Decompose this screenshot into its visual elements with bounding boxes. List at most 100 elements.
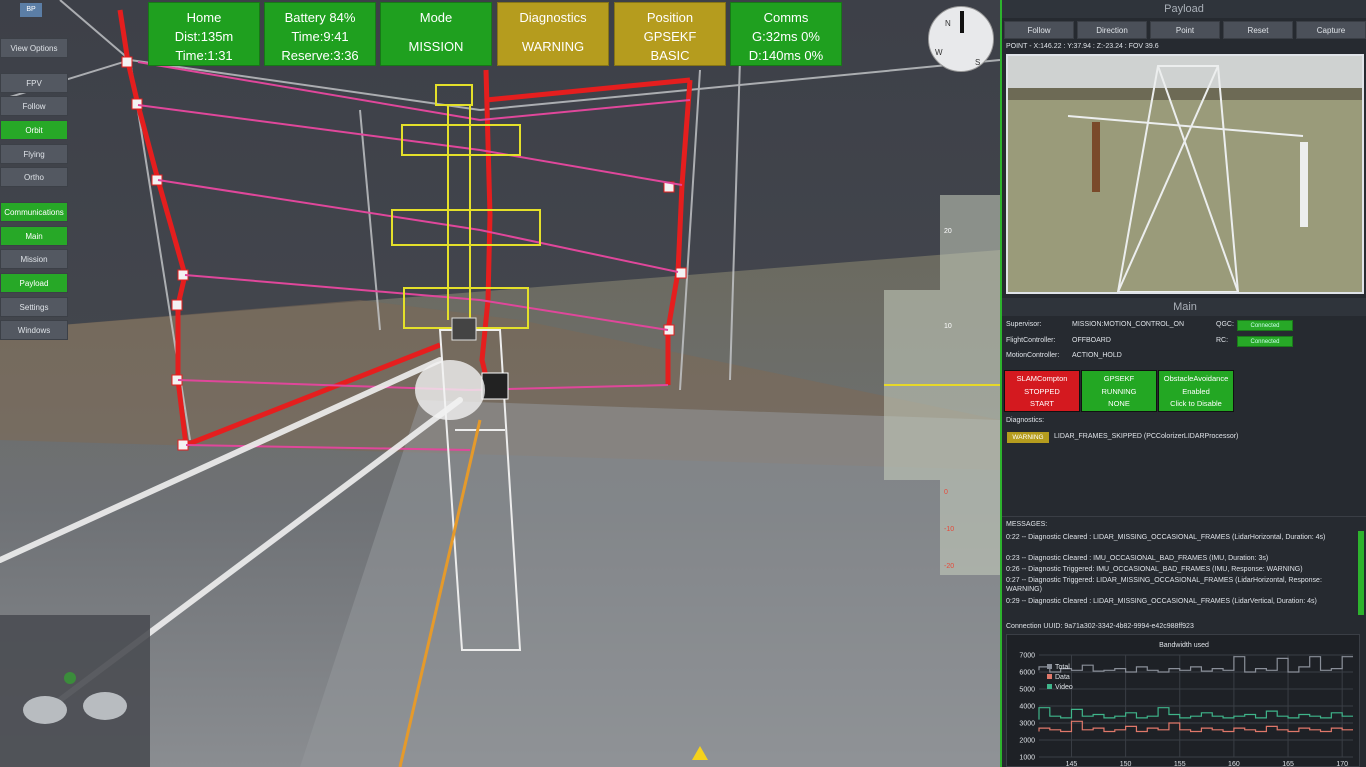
scene-canvas[interactable] [0, 0, 1000, 767]
right-panel: Payload Follow Direction Point Reset Cap… [1000, 0, 1366, 767]
camera-image [1008, 56, 1362, 292]
qgc-status: Connected [1237, 320, 1293, 331]
diagnostics-text: LIDAR_FRAMES_SKIPPED (PCColorizerLIDARPr… [1054, 433, 1239, 440]
diagnostics-label: Diagnostics: [1006, 417, 1045, 424]
menu-windows[interactable]: Windows [0, 320, 68, 340]
payload-direction-button[interactable]: Direction [1077, 21, 1147, 39]
compass-needle [960, 11, 964, 33]
tile-line3: D:140ms 0% [748, 48, 824, 63]
menu-payload[interactable]: Payload [0, 273, 68, 293]
y-tick-label: 7000 [1019, 653, 1035, 660]
tile-title: Mode [419, 10, 453, 25]
legend-swatch [1047, 664, 1052, 669]
menu-ortho[interactable]: Ortho [0, 167, 68, 187]
menu-fpv[interactable]: FPV [0, 73, 68, 93]
supervisor-label: Supervisor: [1006, 321, 1042, 328]
menu-communications[interactable]: Communications [0, 202, 68, 222]
main-title: Main [1002, 298, 1366, 316]
series-line-video [1038, 707, 1353, 720]
y-tick-label: 5000 [1019, 687, 1035, 694]
connection-uuid: Connection UUID: 9a71a302-3342-4b82-9994… [1006, 623, 1194, 630]
payload-camera-feed[interactable] [1006, 54, 1364, 294]
tile-title: Diagnostics [519, 10, 587, 25]
legend-label: Data [1055, 674, 1070, 681]
compass-north: N [945, 19, 951, 28]
compass-widget[interactable]: N W S [928, 6, 994, 72]
flight-controller-label: FlightController: [1006, 337, 1056, 344]
x-tick-label: 150 [1120, 761, 1132, 767]
tile-line3: Reserve:3:36 [281, 48, 359, 63]
messages-label: MESSAGES: [1006, 521, 1048, 528]
3d-viewport[interactable]: 20 10 0 -10 -20 N W S [0, 0, 1000, 767]
menu-follow[interactable]: Follow [0, 96, 68, 116]
payload-reset-button[interactable]: Reset [1223, 21, 1293, 39]
messages-scrollbar[interactable] [1358, 531, 1364, 615]
menu-flying[interactable]: Flying [0, 144, 68, 164]
module-gpsekf[interactable]: GPSEKF RUNNING NONE [1081, 370, 1157, 412]
chart-title: Bandwidth used [1159, 642, 1209, 649]
altitude-tick: 10 [944, 323, 952, 330]
motion-controller-value: ACTION_HOLD [1072, 352, 1122, 359]
tile-title: Position [646, 10, 694, 25]
status-tile-diagnostics[interactable]: Diagnostics WARNING [497, 2, 609, 66]
x-tick-label: 155 [1174, 761, 1186, 767]
menu-main[interactable]: Main [0, 226, 68, 246]
message-item: 0:26 -- Diagnostic Triggered: IMU_OCCASI… [1006, 566, 1303, 573]
y-tick-label: 1000 [1019, 755, 1035, 762]
tile-line3: BASIC [650, 48, 690, 63]
supervisor-value: MISSION:MOTION_CONTROL_ON [1072, 321, 1185, 328]
altitude-tick: 0 [944, 489, 948, 496]
y-tick-label: 3000 [1019, 721, 1035, 728]
tile-title: Comms [763, 10, 809, 25]
status-tile-home[interactable]: Home Dist:135m Time:1:31 [148, 2, 260, 66]
tile-line2: GPSEKF [643, 29, 697, 44]
status-tile-battery[interactable]: Battery 84% Time:9:41 Reserve:3:36 [264, 2, 376, 66]
status-tile-position[interactable]: Position GPSEKF BASIC [614, 2, 726, 66]
status-tile-comms[interactable]: Comms G:32ms 0% D:140ms 0% [730, 2, 842, 66]
tile-line3: WARNING [521, 39, 585, 54]
module-name: GPSEKF [1103, 374, 1135, 383]
legend-swatch [1047, 684, 1052, 689]
module-obstacle-avoidance[interactable]: ObstacleAvoidance Enabled Click to Disab… [1158, 370, 1234, 412]
x-tick-label: 160 [1228, 761, 1240, 767]
messages-panel: MESSAGES: 0:22 -- Diagnostic Cleared : L… [1002, 516, 1366, 616]
module-action: START [1030, 399, 1054, 408]
legend-label: Total [1055, 664, 1070, 671]
menu-mission[interactable]: Mission [0, 249, 68, 269]
motion-controller-label: MotionController: [1006, 352, 1060, 359]
module-state: RUNNING [1101, 386, 1137, 396]
module-slamcompton[interactable]: SLAMCompton STOPPED START [1004, 370, 1080, 412]
status-tile-mode[interactable]: Mode MISSION [380, 2, 492, 66]
bandwidth-chart-svg: Bandwidth used 1000 2000 3000 4000 5000 6000 70… [1019, 642, 1353, 767]
rc-label: RC: [1216, 337, 1229, 344]
module-action: NONE [1108, 399, 1130, 408]
menu-view-options[interactable]: View Options [0, 38, 68, 58]
x-tick-label: 170 [1336, 761, 1348, 767]
altitude-tick: -10 [944, 526, 955, 533]
tile-line2: Time:9:41 [291, 29, 349, 44]
module-name: ObstacleAvoidance [1163, 374, 1229, 383]
payload-point-button[interactable]: Point [1150, 21, 1220, 39]
rc-status: Connected [1237, 336, 1293, 347]
x-tick-label: 145 [1066, 761, 1078, 767]
module-state: Enabled [1182, 386, 1210, 396]
flight-controller-value: OFFBOARD [1072, 337, 1111, 344]
legend-swatch [1047, 674, 1052, 679]
qgc-label: QGC: [1216, 321, 1234, 328]
altitude-tick: 20 [944, 228, 952, 235]
message-item: 0:29 -- Diagnostic Cleared : LIDAR_MISSI… [1006, 598, 1317, 605]
message-item: 0:23 -- Diagnostic Cleared : IMU_OCCASIO… [1006, 555, 1269, 562]
altitude-tick: -20 [944, 563, 955, 570]
tile-line2: G:32ms 0% [752, 29, 820, 44]
y-tick-label: 6000 [1019, 670, 1035, 677]
app-badge[interactable]: BP [20, 3, 42, 17]
tile-title: Battery 84% [284, 10, 356, 25]
menu-settings[interactable]: Settings [0, 297, 68, 317]
module-name: SLAMCompton [1016, 374, 1068, 383]
tile-line2: Dist:135m [174, 29, 234, 44]
series-line-total [1038, 656, 1353, 673]
payload-capture-button[interactable]: Capture [1296, 21, 1366, 39]
payload-follow-button[interactable]: Follow [1004, 21, 1074, 39]
tile-title: Home [186, 10, 222, 25]
menu-orbit[interactable]: Orbit [0, 120, 68, 140]
